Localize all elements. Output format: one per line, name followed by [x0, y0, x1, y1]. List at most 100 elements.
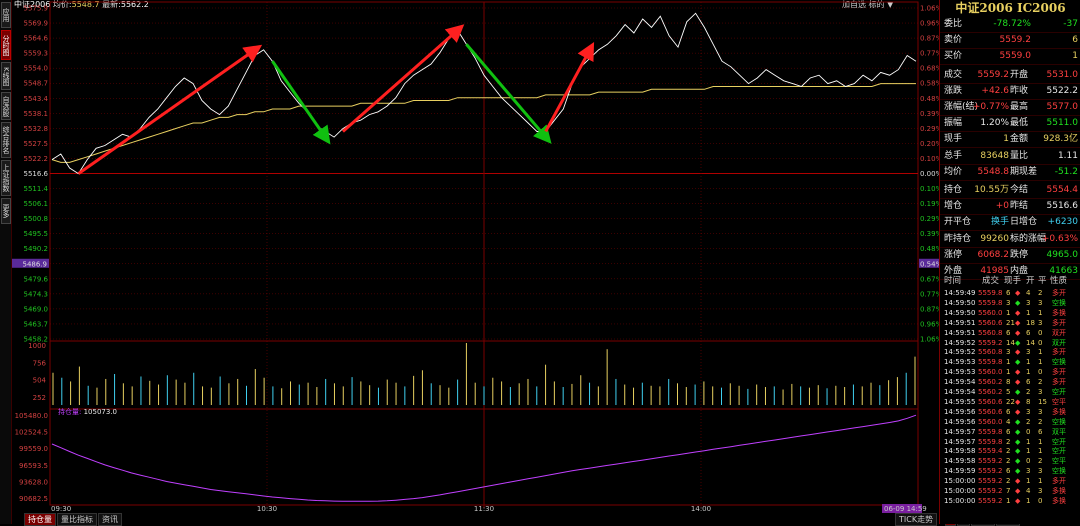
- oi-tick-label: 90682.5: [19, 495, 48, 503]
- quote-row: 涨幅(结) +0.77% 最高 5577.0: [940, 99, 1080, 116]
- tick-cell: 5560.0: [978, 417, 1003, 426]
- bottom-indicator-tabs: 持仓量 量比指标 资讯: [24, 513, 123, 526]
- tick-cell: 15:00:00: [944, 477, 976, 486]
- price-tick-label: 5516.6: [24, 170, 49, 178]
- quote-value: 99260: [980, 233, 1009, 244]
- intraday-chart[interactable]: 5575.9 5569.9 5564.6 5559.3 5554.0 5548.7 5543…: [12, 0, 940, 513]
- arrow-up: [544, 41, 595, 133]
- percent-tick-label: 0.87%: [920, 305, 940, 313]
- tick-cell: 0: [1038, 338, 1043, 347]
- trend-arrows: [77, 24, 595, 175]
- quote-label: 振幅: [944, 118, 963, 129]
- tick-cell: 5560.6: [978, 318, 1003, 327]
- tick-cell: 22: [1006, 397, 1015, 406]
- toolbar-button-app[interactable]: 应用: [1, 2, 11, 28]
- tick-cell: 5559.8: [978, 358, 1003, 367]
- price-tick-label: 5463.7: [24, 320, 49, 328]
- price-tick-label: 5564.6: [24, 35, 49, 43]
- arrow-up: [77, 44, 263, 175]
- tick-cell: 5559.8: [978, 427, 1003, 436]
- tick-direction-icon: ◆: [1015, 487, 1021, 495]
- percent-tick-label: 0.00%: [920, 170, 940, 178]
- volume-tick-label: 1000: [28, 342, 46, 350]
- quote-label: 今结: [1010, 185, 1029, 195]
- tick-cell: 5559.8: [978, 298, 1003, 307]
- tick-direction-icon: ◆: [1015, 477, 1021, 486]
- tick-direction-icon: ◆: [1015, 397, 1021, 406]
- toolbar-button-watchlist[interactable]: 自选股: [1, 92, 11, 120]
- tick-cell: 21: [1006, 318, 1015, 327]
- ticks-header-cell: 成交: [982, 276, 1000, 286]
- price-tick-label: 5538.1: [24, 110, 49, 118]
- tick-cell: 3: [1038, 298, 1043, 307]
- tick-direction-icon: ◆: [1015, 457, 1021, 466]
- tick-cell: 8: [1026, 397, 1031, 406]
- toolbar-button-timeshare[interactable]: 分时图: [1, 30, 11, 60]
- tick-cell: 多开: [1052, 378, 1066, 387]
- quote-row: 涨停 6068.2 跌停 4965.0: [940, 247, 1080, 264]
- tick-row: 14:59:51 5560.8 6 6 0 双开 ◆: [940, 329, 1080, 337]
- tab-tick-trend[interactable]: TICK走势: [895, 513, 938, 526]
- tick-cell: 1: [1038, 348, 1043, 357]
- tick-cell: 0: [1038, 368, 1043, 377]
- tick-cell: 14:59:57: [944, 437, 976, 446]
- toolbar-button-more[interactable]: 更多: [1, 198, 11, 224]
- tick-cell: 14:59:52: [944, 338, 976, 347]
- quote-value: -78.72%: [993, 19, 1031, 29]
- tick-cell: 6: [1038, 427, 1043, 436]
- bottom-right-tabs: TICK走势: [895, 513, 938, 526]
- tick-cell: 0: [1038, 496, 1043, 505]
- quote-value: 5516.6: [1046, 201, 1079, 212]
- tick-cell: 6: [1006, 289, 1011, 297]
- tick-cell: 6: [1006, 407, 1011, 416]
- tick-cell: 2: [1006, 447, 1011, 456]
- tick-cell: 14:59:51: [944, 318, 976, 327]
- tick-cell: 14:59:52: [944, 348, 976, 357]
- percent-tick-label: 1.06%: [920, 336, 940, 344]
- toolbar-button-sh-index[interactable]: 上证指数: [1, 160, 11, 196]
- quote-value: 6: [1072, 35, 1078, 46]
- tick-row: 14:59:53 5559.8 1 1 1 空换 ◆: [940, 358, 1080, 366]
- toolbar-button-kline[interactable]: K线图: [1, 62, 11, 90]
- quote-value: 5511.0: [1046, 118, 1079, 129]
- tab-volume-ratio[interactable]: 量比指标: [57, 513, 97, 526]
- tick-cell: 5559.2: [978, 467, 1003, 476]
- toolbar-button-ranking[interactable]: 综合排名: [1, 122, 11, 158]
- quote-value: 5559.2: [999, 35, 1032, 46]
- quote-row: 增仓 +0 昨结 5516.6: [940, 198, 1080, 216]
- left-toolbar: 应用 分时图 K线图 自选股 综合排名 上证指数 更多: [0, 0, 12, 524]
- tick-cell: 14:59:50: [944, 298, 976, 307]
- tick-cell: 0: [1026, 427, 1031, 436]
- quote-value: +0.77%: [972, 102, 1009, 112]
- tick-cell: 5559.2: [978, 477, 1003, 486]
- tick-cell: 14:59:55: [944, 397, 976, 406]
- percent-tick-label: 0.68%: [920, 65, 940, 73]
- tick-row: 15:00:00 5559.2 2 1 1 多开 ◆: [940, 477, 1080, 485]
- tick-cell: 3: [1006, 348, 1011, 357]
- tab-open-interest[interactable]: 持仓量: [24, 513, 56, 526]
- tick-cell: 14:59:59: [944, 467, 976, 476]
- quote-value: +0.63%: [1041, 233, 1078, 244]
- quote-label: 量比: [1010, 150, 1029, 161]
- quote-label: 期现差: [1010, 166, 1038, 177]
- price-tick-label: 5575.9: [24, 5, 49, 13]
- price-tick-label: 5527.5: [24, 140, 49, 148]
- price-tick-label: 5511.4: [24, 185, 49, 193]
- quote-label: 跌停: [1010, 249, 1029, 260]
- tick-cell: 14:59:49: [944, 289, 976, 297]
- tick-cell: 双开: [1052, 328, 1066, 337]
- tab-news[interactable]: 资讯: [98, 513, 122, 526]
- price-tick-label: 5506.1: [24, 200, 49, 208]
- quote-label: 增仓: [944, 201, 963, 212]
- tick-cell: 14:59:58: [944, 447, 976, 456]
- tick-cell: 空换: [1052, 417, 1066, 426]
- tick-cell: 2: [1038, 457, 1043, 466]
- arrow-down: [465, 43, 552, 144]
- tick-row: 14:59:59 5559.2 6 3 3 空换 ◆: [940, 467, 1080, 475]
- current-price-tag-label: 5486.9: [23, 260, 48, 268]
- tick-cell: 14:59:53: [944, 358, 976, 367]
- price-tick-label: 5495.5: [24, 230, 49, 238]
- oi-tick-label: 93628.0: [19, 478, 48, 486]
- quote-label: 卖价: [944, 35, 963, 46]
- quote-label: 昨收: [1010, 85, 1029, 96]
